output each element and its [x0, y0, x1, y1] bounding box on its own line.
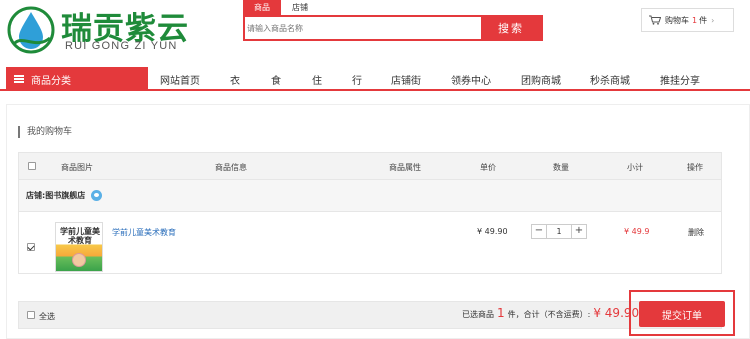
cart-icon: [649, 15, 661, 25]
product-thumbnail[interactable]: 学前儿童美术教育: [55, 222, 103, 272]
unit-price: ¥ 49.90: [477, 227, 508, 236]
logo-drop-icon: [7, 6, 55, 54]
submit-order-button[interactable]: 提交订单: [639, 301, 725, 327]
quantity-increase-button[interactable]: +: [571, 225, 586, 238]
nav-item-shop-street[interactable]: 店铺街: [391, 72, 421, 87]
nav-item-home[interactable]: 网站首页: [160, 72, 200, 87]
product-title-link[interactable]: 学前儿童美术教育: [112, 227, 176, 238]
selected-items-unit: 件，: [507, 310, 524, 319]
thumbnail-illustration: [72, 253, 86, 267]
thumbnail-cover-title: 学前儿童美术教育: [60, 226, 100, 245]
header-select-all-checkbox[interactable]: [28, 162, 36, 170]
delete-item-link[interactable]: 删除: [688, 227, 704, 238]
search-button[interactable]: 搜索: [481, 17, 541, 39]
total-label: 合计（不含运费）:: [523, 310, 591, 319]
nav-item-share[interactable]: 推挂分享: [660, 72, 700, 87]
nav-item-food[interactable]: 食: [271, 72, 281, 87]
category-menu-button[interactable]: 商品分类: [6, 67, 148, 91]
page-title: 我的购物车: [18, 126, 72, 138]
quantity-input[interactable]: [547, 225, 571, 238]
chevron-right-icon: ›: [711, 15, 715, 25]
cart-item-row: 学前儿童美术教育 学前儿童美术教育 ¥ 49.90 − + ¥ 49.9 删除: [18, 212, 722, 274]
shop-label: 店铺:: [26, 191, 46, 200]
cart-table-header: 商品图片 商品信息 商品属性 单价 数量 小计 操作: [18, 152, 722, 180]
nav-item-clothing[interactable]: 衣: [230, 72, 240, 87]
order-summary: 已选商品 1 件， 合计（不含运费）: ¥ 49.90: [462, 306, 639, 326]
col-subtotal-header: 小计: [627, 163, 643, 172]
search-tabs: 商品 店铺: [243, 0, 319, 15]
cart-unit: 件: [699, 15, 708, 25]
cart-label: 购物车: [665, 15, 689, 25]
shop-row: 店铺: 图书旗舰店: [18, 180, 722, 212]
search-input[interactable]: [245, 17, 481, 39]
col-attr-header: 商品属性: [389, 163, 421, 172]
header-cart-button[interactable]: 购物车 1 件 ›: [641, 8, 734, 32]
col-info-header: 商品信息: [215, 163, 247, 172]
nav-item-housing[interactable]: 住: [312, 72, 322, 87]
logo-english-name: RUI GONG ZI YUN: [65, 40, 178, 52]
selected-items-count: 1: [497, 306, 505, 320]
col-qty-header: 数量: [553, 163, 569, 172]
category-menu-label: 商品分类: [31, 75, 71, 87]
chat-icon[interactable]: [91, 190, 103, 201]
nav-item-travel[interactable]: 行: [352, 72, 362, 87]
item-subtotal: ¥ 49.9: [624, 227, 650, 236]
col-action-header: 操作: [687, 163, 703, 172]
nav-item-coupon-center[interactable]: 领券中心: [451, 72, 491, 87]
selected-items-prefix: 已选商品: [462, 310, 494, 319]
quantity-decrease-button[interactable]: −: [532, 225, 547, 238]
site-logo[interactable]: 瑞贡紫云 RUI GONG ZI YUN: [6, 2, 206, 58]
col-image-header: 商品图片: [61, 163, 93, 172]
footer-select-all-checkbox[interactable]: [27, 311, 35, 319]
menu-bars-icon: [14, 75, 24, 83]
shop-name[interactable]: 图书旗舰店: [45, 190, 85, 201]
col-price-header: 单价: [480, 163, 496, 172]
cart-footer-bar: 全选 已选商品 1 件， 合计（不含运费）: ¥ 49.90: [18, 301, 722, 329]
item-checkbox[interactable]: [27, 243, 35, 251]
cart-count: 1: [692, 15, 698, 25]
search-box: 搜索: [243, 15, 543, 41]
search-tab-product[interactable]: 商品: [243, 0, 281, 15]
nav-item-flash-sale[interactable]: 秒杀商城: [590, 72, 630, 87]
nav-item-group-buy[interactable]: 团购商城: [521, 72, 561, 87]
select-all-label[interactable]: 全选: [39, 311, 55, 322]
search-tab-shop[interactable]: 店铺: [281, 0, 319, 15]
quantity-stepper: − +: [531, 224, 587, 239]
